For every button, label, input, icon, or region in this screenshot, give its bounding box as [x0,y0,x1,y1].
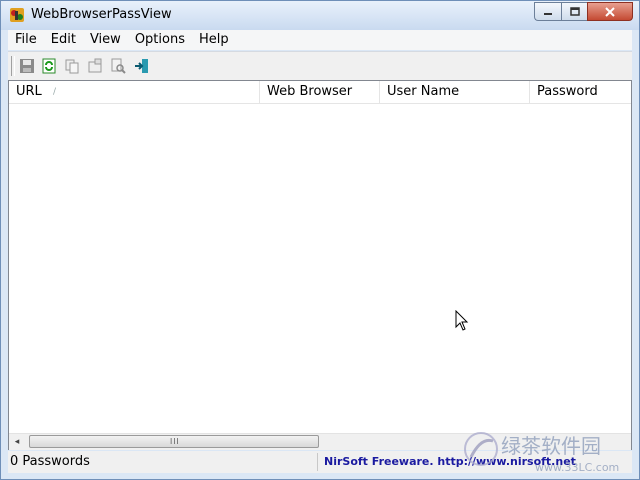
menu-view[interactable]: View [83,30,128,50]
toolbar-grip[interactable] [11,56,15,76]
refresh-icon [42,58,56,74]
find-button[interactable] [108,56,128,76]
find-icon [111,58,126,74]
app-logo-icon [10,8,24,22]
close-button[interactable] [587,2,633,21]
column-password-label: Password [537,84,598,99]
refresh-button[interactable] [39,56,59,76]
app-window: WebBrowserPassView File Edit View Option… [0,0,640,480]
column-header-web-browser[interactable]: Web Browser [260,81,380,103]
minimize-button[interactable] [534,2,561,21]
menu-file[interactable]: File [8,30,44,50]
column-web-browser-label: Web Browser [267,84,353,99]
scroll-grip-icon: lll [170,437,180,446]
column-url-label: URL [16,84,42,99]
mouse-cursor-icon [455,310,469,331]
menu-options[interactable]: Options [128,30,192,50]
sort-indicator: / [53,87,57,97]
properties-icon [88,58,102,73]
window-title: WebBrowserPassView [31,7,172,22]
maximize-button[interactable] [561,2,587,21]
minimize-icon [544,12,552,15]
exit-button[interactable] [132,56,152,76]
close-icon [605,6,615,17]
column-user-name-label: User Name [387,84,460,99]
save-icon [20,59,34,73]
list-header: URL / Web Browser User Name Password [9,81,631,104]
svg-text:绿茶软件园: 绿茶软件园 [501,434,601,458]
copy-button[interactable] [62,56,82,76]
column-header-user-name[interactable]: User Name [380,81,530,103]
scrollbar-thumb[interactable]: lll [29,435,319,448]
password-list[interactable]: URL / Web Browser User Name Password ◂ l… [8,80,632,450]
title-bar[interactable]: WebBrowserPassView [1,1,639,30]
scroll-left-arrow-icon[interactable]: ◂ [11,437,23,447]
maximize-icon [569,7,580,16]
save-button[interactable] [17,56,37,76]
password-count: 0 Passwords [10,454,90,469]
exit-icon [135,59,148,73]
svg-text:www.33LC.com: www.33LC.com [535,461,619,474]
column-header-url[interactable]: URL / [9,81,260,103]
menu-edit[interactable]: Edit [44,30,83,50]
toolbar [8,51,632,80]
menu-help[interactable]: Help [192,30,236,50]
copy-icon [65,59,79,74]
column-header-password[interactable]: Password [530,81,631,103]
menu-bar: File Edit View Options Help [8,30,632,50]
site-watermark-logo-icon: 绿茶软件园 www.33LC.com [464,432,619,474]
properties-button[interactable] [85,56,105,76]
